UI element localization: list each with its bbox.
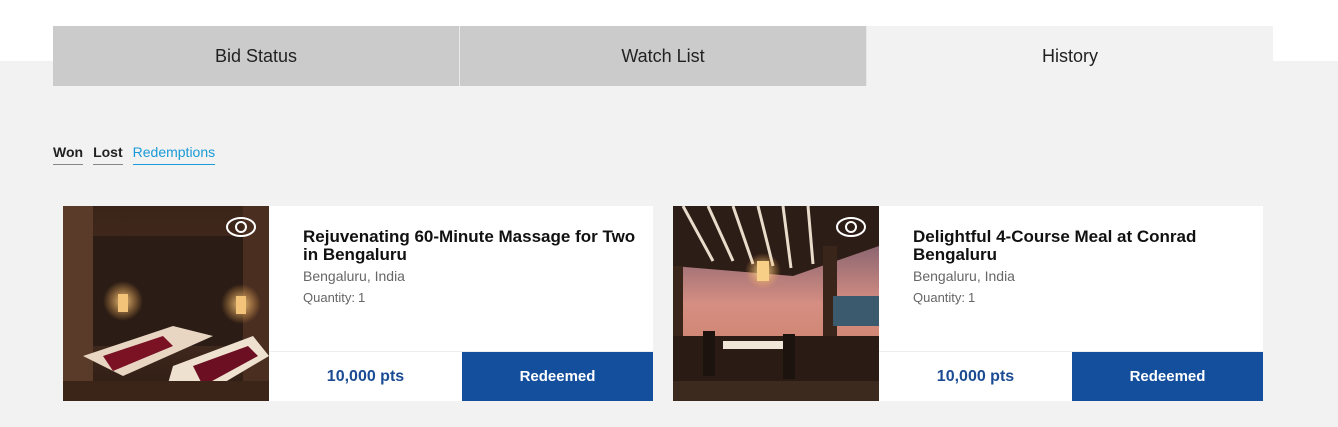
subtab-won[interactable]: Won — [53, 144, 84, 165]
quantity-value: 1 — [968, 290, 976, 305]
card-quantity: Quantity: 1 — [913, 290, 975, 305]
redeemed-button[interactable]: Redeemed — [1072, 352, 1263, 401]
redemption-card: Rejuvenating 60-Minute Massage for Two i… — [63, 206, 653, 401]
card-points: 10,000 pts — [326, 367, 405, 385]
main-tabs: Bid Status Watch List History — [53, 26, 1273, 86]
tab-bid-status[interactable]: Bid Status — [53, 26, 459, 86]
history-subtabs: Won Lost Redemptions — [53, 144, 216, 165]
card-location: Bengaluru, India — [913, 268, 1015, 284]
quantity-label: Quantity: — [913, 290, 966, 305]
card-body: Rejuvenating 60-Minute Massage for Two i… — [269, 206, 653, 401]
tab-history[interactable]: History — [866, 26, 1273, 86]
card-footer: 10,000 pts Redeemed — [879, 351, 1263, 401]
subtab-redemptions[interactable]: Redemptions — [132, 144, 216, 165]
restaurant-photo — [673, 206, 879, 401]
card-footer: 10,000 pts Redeemed — [269, 351, 653, 401]
eye-icon[interactable] — [225, 216, 257, 238]
card-title[interactable]: Delightful 4-Course Meal at Conrad Benga… — [913, 228, 1253, 264]
card-location: Bengaluru, India — [303, 268, 405, 284]
spa-photo — [63, 206, 269, 401]
tab-watch-list[interactable]: Watch List — [459, 26, 866, 86]
card-points: 10,000 pts — [936, 367, 1015, 385]
redeemed-button[interactable]: Redeemed — [462, 352, 653, 401]
card-body: Delightful 4-Course Meal at Conrad Benga… — [879, 206, 1263, 401]
eye-icon[interactable] — [835, 216, 867, 238]
subtab-lost[interactable]: Lost — [93, 144, 123, 165]
redemption-card: Delightful 4-Course Meal at Conrad Benga… — [673, 206, 1263, 401]
quantity-label: Quantity: — [303, 290, 356, 305]
quantity-value: 1 — [358, 290, 366, 305]
card-title[interactable]: Rejuvenating 60-Minute Massage for Two i… — [303, 228, 643, 264]
card-quantity: Quantity: 1 — [303, 290, 365, 305]
